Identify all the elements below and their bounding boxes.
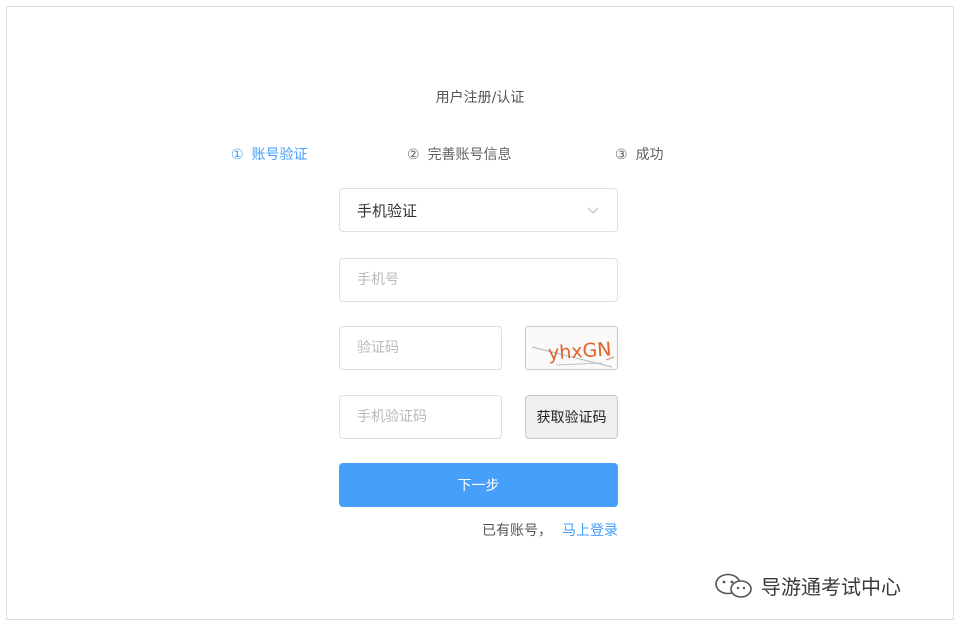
phone-input[interactable] (339, 258, 618, 302)
step-label: 完善账号信息 (427, 147, 512, 163)
page-title: 用户注册/认证 (435, 90, 525, 106)
captcha-text: yhxGN (547, 338, 612, 364)
verify-method-value: 手机验证 (357, 201, 418, 220)
step-account-verify: ① 账号验证 (231, 144, 308, 164)
captcha-input[interactable] (339, 326, 502, 370)
have-account-text: 已有账号， (482, 523, 552, 539)
chevron-down-icon (587, 207, 599, 214)
step-number: ② (407, 147, 420, 163)
login-prompt: 已有账号， 马上登录 (0, 520, 618, 540)
step-number: ① (231, 147, 244, 163)
next-step-button[interactable]: 下一步 (339, 463, 618, 507)
watermark-text: 导游通考试中心 (761, 575, 901, 599)
login-link[interactable]: 马上登录 (562, 523, 618, 539)
step-label: 账号验证 (251, 147, 308, 163)
wechat-icon (715, 573, 752, 598)
verify-method-select[interactable]: 手机验证 (339, 188, 618, 232)
captcha-image[interactable]: yhxGN (525, 326, 618, 370)
sms-code-input[interactable] (339, 395, 502, 439)
get-code-button[interactable]: 获取验证码 (525, 395, 618, 439)
step-label: 成功 (635, 147, 664, 163)
watermark: 导游通考试中心 (713, 571, 901, 600)
step-complete-info: ② 完善账号信息 (407, 144, 512, 164)
step-success: ③ 成功 (615, 144, 664, 164)
step-number: ③ (615, 147, 628, 163)
